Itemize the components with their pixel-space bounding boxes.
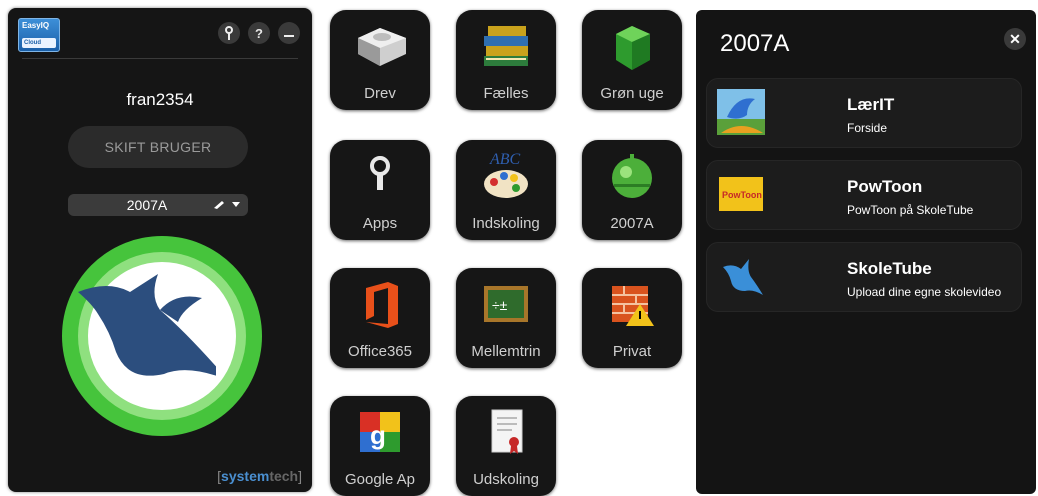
books-icon — [484, 26, 528, 66]
card-subtitle: Upload dine egne skolevideo — [847, 285, 1002, 299]
drive-icon — [358, 28, 406, 66]
svg-text:g: g — [370, 420, 386, 450]
skoletube-bird-icon — [723, 259, 763, 295]
google-apps-icon: g — [360, 412, 400, 452]
certificate-icon — [491, 409, 523, 454]
tile-2007a[interactable]: 2007A — [582, 140, 682, 240]
key-icon[interactable] — [218, 22, 240, 44]
svg-text:ABC: ABC — [489, 151, 521, 168]
chalkboard-icon: ÷± — [484, 286, 528, 322]
tile-label: Office365 — [348, 343, 412, 360]
tile-label: Indskoling — [472, 215, 540, 232]
class-select-value: 2007A — [126, 197, 168, 213]
minimize-icon[interactable] — [278, 22, 300, 44]
card-subtitle: Forside — [847, 121, 888, 135]
tile-label: Drev — [364, 85, 396, 102]
tile-faelles[interactable]: Fælles — [456, 10, 556, 110]
tile-privat[interactable]: Privat — [582, 268, 682, 368]
card-skoletube[interactable]: SkoleTube Upload dine egne skolevideo — [706, 242, 1022, 312]
tile-label: Privat — [612, 343, 652, 360]
close-icon[interactable]: ✕ — [1004, 28, 1026, 50]
help-icon[interactable]: ? — [248, 22, 270, 44]
card-title: PowToon — [847, 177, 923, 196]
tile-label: Apps — [362, 215, 398, 232]
card-subtitle: PowToon på SkoleTube — [847, 203, 974, 217]
card-laerit[interactable]: LærIT Forside — [706, 78, 1022, 148]
tile-indskoling[interactable]: ABC Indskoling — [456, 140, 556, 240]
card-title: SkoleTube — [847, 259, 932, 278]
firewall-icon — [612, 286, 654, 326]
svg-text:÷±: ÷± — [492, 297, 508, 313]
card-title: LærIT — [847, 95, 895, 114]
tile-label: Mellemtrin — [471, 343, 541, 360]
tile-drev[interactable]: Drev — [330, 10, 430, 110]
class-panel: 2007A ✕ LærIT Forside PowToon PowToon Po… — [696, 10, 1036, 494]
tile-google-apps[interactable]: g Google Ap — [330, 396, 430, 496]
green-cube-icon — [616, 26, 650, 70]
tile-label: Udskoling — [473, 471, 539, 488]
bird-icon — [78, 274, 216, 376]
card-powtoon[interactable]: PowToon PowToon PowToon på SkoleTube — [706, 160, 1022, 230]
user-panel: EasyIQ Cloud ? fran2354 SKIFT BRUGER 200… — [8, 8, 312, 492]
tile-office365[interactable]: Office365 — [330, 268, 430, 368]
powtoon-icon: PowToon — [719, 177, 763, 211]
palette-abc-icon: ABC — [484, 151, 528, 198]
panel-title: 2007A — [720, 30, 790, 57]
svg-text:PowToon: PowToon — [722, 190, 762, 200]
class-select[interactable]: 2007A — [68, 194, 248, 216]
switch-user-button[interactable]: SKIFT BRUGER — [68, 126, 248, 168]
username: fran2354 — [126, 90, 194, 109]
logo-line1: EasyIQ — [22, 21, 50, 30]
tile-mellemtrin[interactable]: ÷± Mellemtrin — [456, 268, 556, 368]
tile-label: Fælles — [483, 85, 529, 102]
tile-label: Google Ap — [344, 471, 416, 488]
tile-udskoling[interactable]: Udskoling — [456, 396, 556, 496]
tile-label: 2007A — [610, 215, 654, 232]
easyiq-logo: EasyIQ Cloud — [18, 18, 60, 52]
tile-label: Grøn uge — [600, 85, 664, 102]
tile-groen-uge[interactable]: Grøn uge — [582, 10, 682, 110]
green-bell-icon — [612, 154, 652, 198]
key-icon — [370, 156, 390, 190]
tile-apps[interactable]: Apps — [330, 140, 430, 240]
bird-avatar — [62, 236, 262, 436]
logo-line2: Cloud — [22, 38, 56, 48]
dropdown-icon — [212, 198, 248, 213]
laerit-bird-icon — [717, 89, 765, 135]
office-icon — [366, 282, 398, 328]
systemtech-logo: [systemtech] — [217, 468, 302, 484]
divider — [22, 58, 298, 59]
